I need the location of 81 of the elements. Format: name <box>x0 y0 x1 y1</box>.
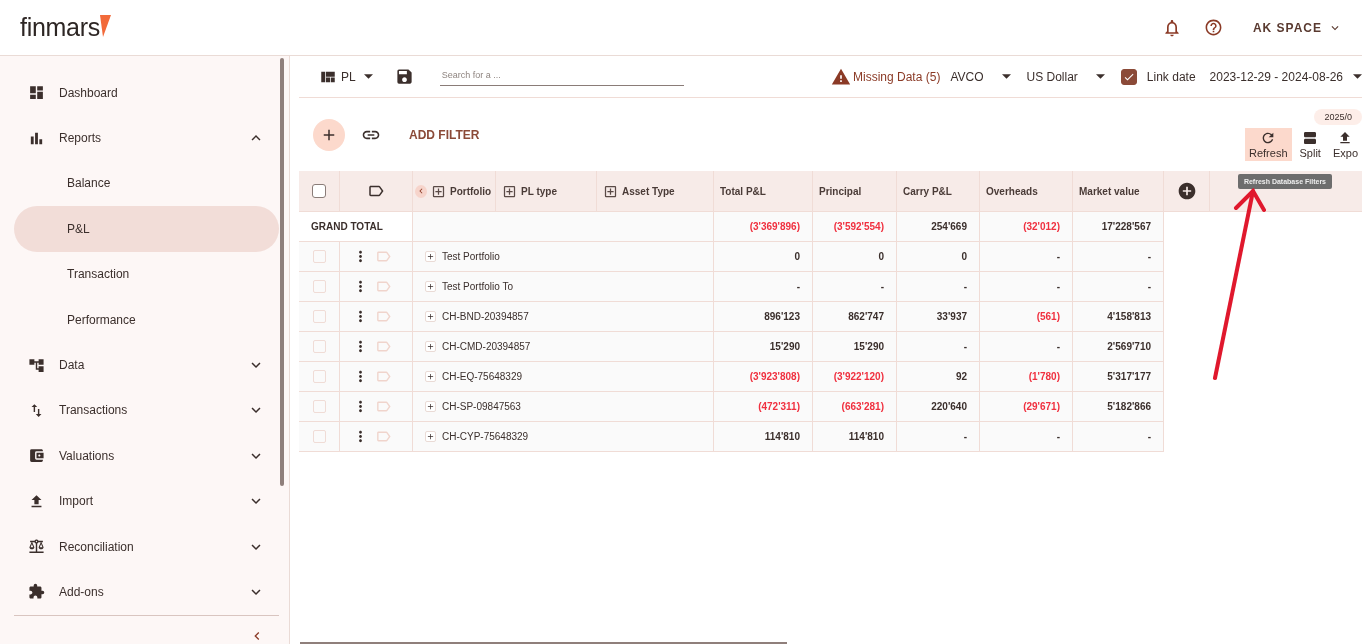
table-value: - <box>1056 431 1060 442</box>
table-value: 2'569'710 <box>1107 341 1151 352</box>
row-name: CH-SP-09847563 <box>442 401 521 412</box>
row-name: CH-CYP-75648329 <box>442 431 529 442</box>
table-value: 114'810 <box>848 431 884 442</box>
column-header[interactable]: Portfolio <box>413 171 496 212</box>
currency-dropdown[interactable]: US Dollar <box>1026 69 1105 84</box>
table-value: - <box>880 281 884 292</box>
table-value: - <box>796 281 800 292</box>
row-name: CH-CMD-20394857 <box>442 341 531 352</box>
table-value: - <box>963 431 967 442</box>
nav-subitem[interactable]: Transaction <box>14 251 279 297</box>
table-value: - <box>1056 251 1060 262</box>
table-value: 896'123 <box>764 311 800 322</box>
nav-item[interactable]: Reports <box>14 115 279 161</box>
nav-item[interactable]: Dashboard <box>14 70 279 116</box>
grand-total-label: GRAND TOTAL <box>299 212 413 242</box>
table-value: 114'810 <box>764 431 800 442</box>
table-value: - <box>963 281 967 292</box>
column-header[interactable]: Overheads <box>980 171 1073 212</box>
total-value: (32'012) <box>1023 221 1060 232</box>
nav-item[interactable]: Data <box>14 342 279 388</box>
table-value: (561) <box>1036 311 1060 322</box>
nav-subitem[interactable]: P&L <box>14 206 279 252</box>
total-value: (3'592'554) <box>833 221 884 232</box>
table-value: 0 <box>878 251 884 262</box>
column-header[interactable]: Total P&L <box>714 171 813 212</box>
table-value: - <box>963 341 967 352</box>
total-value: 17'228'567 <box>1101 221 1151 232</box>
row-name: Test Portfolio <box>442 251 500 262</box>
table-value: - <box>1056 341 1060 352</box>
table-value: 15'290 <box>853 341 884 352</box>
table-value: 33'937 <box>936 311 967 322</box>
toolbar-button[interactable]: Split <box>1295 128 1325 161</box>
row-name: CH-EQ-75648329 <box>442 371 523 382</box>
cost-method-dropdown[interactable]: AVCO <box>950 69 1011 84</box>
link-date-label: Link date <box>1146 69 1196 84</box>
layout-dropdown[interactable]: PL <box>319 67 373 86</box>
table-value: (472'311) <box>758 401 800 412</box>
column-header[interactable]: Asset Type <box>597 171 714 212</box>
column-header[interactable]: Principal <box>813 171 897 212</box>
table-value: 862'747 <box>848 311 884 322</box>
row-name: CH-BND-20394857 <box>442 311 529 322</box>
table-value: 92 <box>955 371 967 382</box>
nav-subitem[interactable]: Performance <box>14 296 279 343</box>
table-value: 5'182'866 <box>1107 401 1151 412</box>
table-value: (3'923'808) <box>749 371 800 382</box>
nav-item[interactable]: Transactions <box>14 387 279 434</box>
missing-data-link[interactable]: Missing Data (5) <box>853 69 941 84</box>
total-value: 254'669 <box>931 221 967 232</box>
toolbar-button[interactable]: Refresh <box>1245 128 1292 161</box>
table-value: 0 <box>794 251 800 262</box>
total-value: (3'369'896) <box>749 221 800 232</box>
table-value: 220'640 <box>931 401 967 412</box>
nav-item[interactable]: Import <box>14 478 279 524</box>
column-header[interactable]: Market value <box>1073 171 1164 212</box>
row-name: Test Portfolio To <box>442 281 513 292</box>
nav-item[interactable]: Reconciliation <box>14 523 279 570</box>
table-value: 15'290 <box>769 341 800 352</box>
date-chip: 2025/0 <box>1314 109 1362 125</box>
table-value: (3'922'120) <box>833 371 884 382</box>
table-value: (663'281) <box>841 401 884 412</box>
table-value: (1'780) <box>1028 371 1060 382</box>
table-value: (29'671) <box>1023 401 1060 412</box>
account-menu[interactable]: AK SPACE <box>1252 20 1342 35</box>
toolbar-button[interactable]: Expo <box>1328 128 1362 161</box>
logo: finmars <box>20 13 100 42</box>
add-filter-button[interactable]: ADD FILTER <box>403 126 486 143</box>
table-value: - <box>1056 281 1060 292</box>
nav-subitem[interactable]: Balance <box>14 160 279 207</box>
table-value: - <box>1147 281 1151 292</box>
table-value: - <box>1147 431 1151 442</box>
table-value: - <box>1147 251 1151 262</box>
date-range-dropdown[interactable]: 2023-12-29 - 2024-08-26 <box>1209 69 1362 84</box>
table-value: 4'158'813 <box>1107 311 1151 322</box>
column-header[interactable]: Carry P&L <box>897 171 980 212</box>
column-header[interactable]: PL type <box>496 171 597 212</box>
nav-item[interactable]: Add-ons <box>14 569 279 615</box>
table-value: 5'317'177 <box>1107 371 1151 382</box>
nav-item[interactable]: Valuations <box>14 433 279 479</box>
table-value: 0 <box>961 251 967 262</box>
